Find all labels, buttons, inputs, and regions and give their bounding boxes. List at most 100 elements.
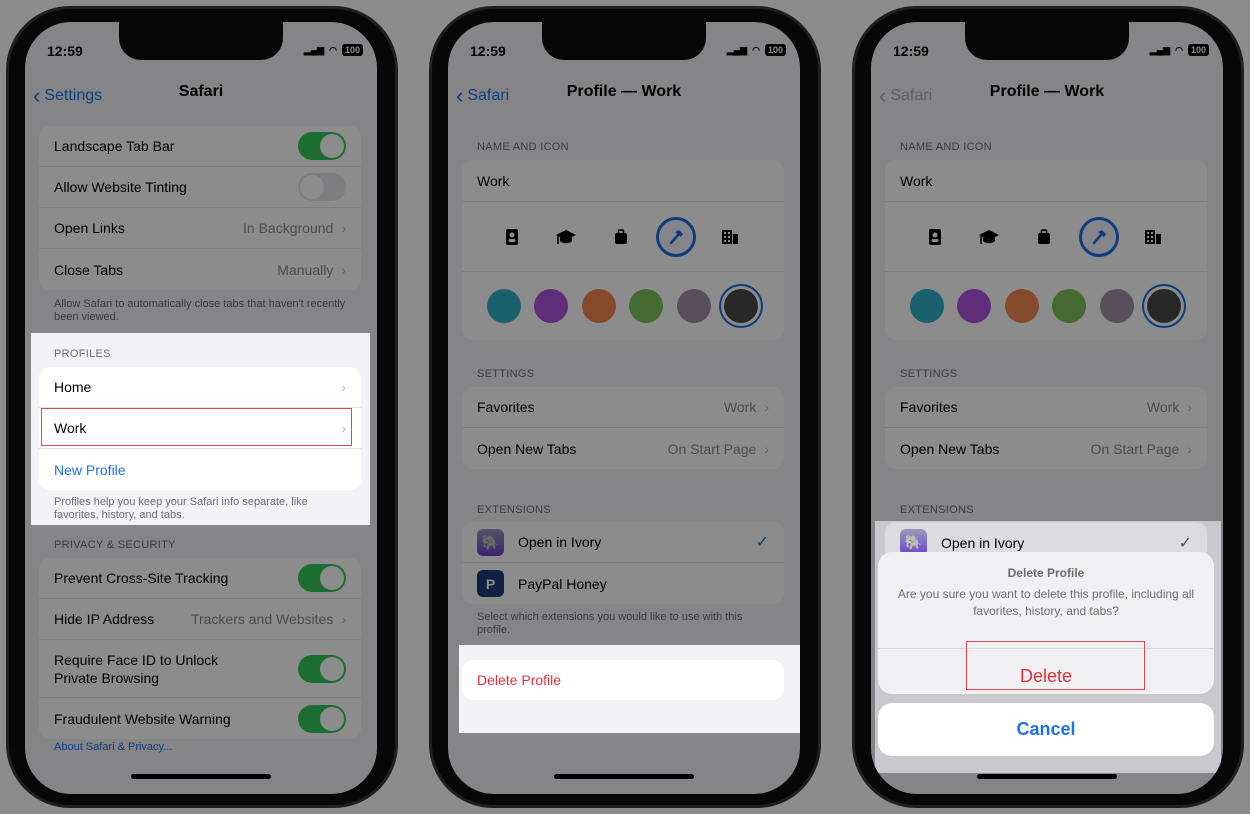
home-indicator	[131, 774, 271, 779]
status-time: 12:59	[893, 43, 929, 59]
profile-work[interactable]: Work ›	[39, 408, 361, 449]
back-button[interactable]: ‹ Safari	[456, 83, 509, 109]
tabs-settings-group: Landscape Tab Bar Allow Website Tinting …	[39, 126, 361, 290]
row-label: Open in Ivory	[518, 534, 602, 550]
row-label: Home	[54, 379, 92, 395]
building-icon[interactable]	[710, 217, 750, 257]
signal-icon: ▂▄▆	[726, 44, 748, 55]
chevron-right-icon: ›	[1187, 440, 1192, 457]
phone-settings-safari: 12:59 ▂▄▆ ◠ 100 ‹ Settings Safari Landscape…	[6, 6, 398, 808]
notch	[542, 22, 706, 60]
profile-name-field[interactable]: Work	[462, 160, 784, 202]
row-label: Allow Website Tinting	[54, 179, 187, 195]
hammer-icon[interactable]	[1079, 217, 1119, 257]
name-icon-header: NAME AND ICON	[900, 141, 992, 153]
paypal-icon: P	[477, 570, 504, 597]
row-label: Favorites	[900, 399, 958, 415]
face-id-toggle[interactable]	[298, 654, 346, 683]
home-indicator	[554, 774, 694, 779]
color-swatch-mauve[interactable]	[1100, 289, 1134, 323]
extensions-footer: Select which extensions you would like t…	[477, 611, 743, 636]
row-open-new-tabs[interactable]: Open New Tabs On Start Page ›	[462, 428, 784, 469]
row-label: Open Links	[54, 220, 125, 236]
color-swatch-orange[interactable]	[582, 289, 616, 323]
person-badge-icon[interactable]	[492, 217, 532, 257]
website-tinting-toggle[interactable]	[298, 173, 346, 201]
profile-name-field[interactable]: Work	[885, 160, 1207, 202]
briefcase-icon[interactable]	[601, 217, 641, 257]
notch	[965, 22, 1129, 60]
delete-profile-button[interactable]: Delete Profile	[462, 660, 784, 700]
back-label: Settings	[44, 87, 103, 104]
wifi-icon: ◠	[1175, 44, 1183, 55]
tabs-footer: Allow Safari to automatically close tabs…	[54, 298, 346, 323]
battery-icon: 100	[341, 44, 363, 56]
color-swatch-graphite[interactable]	[724, 289, 758, 323]
back-button[interactable]: ‹ Safari	[879, 83, 932, 109]
building-icon[interactable]	[1133, 217, 1173, 257]
color-swatch-green[interactable]	[1052, 289, 1086, 323]
color-picker	[885, 272, 1207, 340]
chevron-left-icon: ‹	[33, 83, 41, 108]
color-swatch-teal[interactable]	[487, 289, 521, 323]
back-label: Safari	[467, 87, 510, 104]
dialog-delete-button[interactable]: Delete	[878, 648, 1214, 702]
briefcase-icon[interactable]	[1024, 217, 1064, 257]
row-label: New Profile	[54, 461, 126, 478]
chevron-right-icon: ›	[341, 420, 346, 436]
status-icons: ▂▄▆ ◠ 100	[304, 44, 363, 56]
color-swatch-green[interactable]	[629, 289, 663, 323]
new-profile-button[interactable]: New Profile	[39, 449, 361, 490]
battery-icon: 100	[764, 44, 786, 56]
extension-open-in-ivory[interactable]: 🐘 Open in Ivory ✓	[462, 522, 784, 563]
phone-profile-work: 12:59 ▂▄▆ ◠ 100 ‹ Safari Profile — Work NAM…	[429, 6, 821, 808]
dialog-cancel-button[interactable]: Cancel	[878, 703, 1214, 756]
screen: 12:59 ▂▄▆ ◠ 100 ‹ Safari Profile — Work NAM…	[448, 22, 800, 794]
home-indicator	[977, 774, 1117, 779]
row-label: Open in Ivory	[941, 534, 1025, 551]
person-badge-icon[interactable]	[915, 217, 955, 257]
fraud-warning-toggle[interactable]	[298, 704, 346, 733]
profile-settings-group: Favorites Work › Open New Tabs On Start Pag…	[885, 387, 1207, 469]
extension-paypal-honey[interactable]: P PayPal Honey	[462, 563, 784, 604]
row-value: On Start Page	[1090, 440, 1180, 457]
battery-icon: 100	[1187, 44, 1209, 56]
notch	[119, 22, 283, 60]
prevent-tracking-toggle[interactable]	[298, 564, 346, 592]
landscape-tab-bar-toggle[interactable]	[298, 132, 346, 160]
delete-profile-highlight: Delete Profile	[459, 645, 800, 733]
color-swatch-purple[interactable]	[534, 289, 568, 323]
row-open-links[interactable]: Open Links In Background ›	[39, 208, 361, 249]
row-landscape-tab-bar: Landscape Tab Bar	[39, 126, 361, 167]
color-swatch-orange[interactable]	[1005, 289, 1039, 323]
color-swatch-purple[interactable]	[957, 289, 991, 323]
action-sheet-highlight: 🐘 Open in Ivory ✓ Delete Profile Are you s…	[875, 521, 1221, 773]
graduation-cap-icon[interactable]	[969, 217, 1009, 257]
graduation-cap-icon[interactable]	[546, 217, 586, 257]
profiles-group: Home › Work › New Profile	[39, 367, 361, 490]
color-swatch-teal[interactable]	[910, 289, 944, 323]
row-hide-ip[interactable]: Hide IP Address Trackers and Websites ›	[39, 599, 361, 640]
checkmark-icon: ✓	[1178, 534, 1192, 552]
screen: 12:59 ▂▄▆ ◠ 100 ‹ Safari Profile — Work NAM…	[871, 22, 1223, 794]
chevron-right-icon: ›	[1187, 399, 1192, 415]
row-value: Work	[1146, 399, 1180, 415]
color-swatch-graphite[interactable]	[1147, 289, 1181, 323]
name-value: Work	[900, 172, 933, 189]
chevron-right-icon: ›	[341, 379, 346, 395]
about-safari-privacy-link[interactable]: About Safari & Privacy...	[54, 741, 172, 753]
dialog-message: Are you sure you want to delete this pro…	[897, 587, 1195, 618]
hammer-icon[interactable]	[656, 217, 696, 257]
extensions-header: EXTENSIONS	[900, 504, 974, 516]
status-time: 12:59	[47, 43, 83, 59]
delete-profile-dialog: Delete Profile Are you sure you want to …	[878, 552, 1214, 694]
phone-delete-confirm: 12:59 ▂▄▆ ◠ 100 ‹ Safari Profile — Work NAM…	[852, 6, 1244, 808]
back-button[interactable]: ‹ Settings	[33, 83, 102, 109]
row-favorites[interactable]: Favorites Work ›	[885, 387, 1207, 428]
name-icon-header: NAME AND ICON	[477, 141, 569, 153]
row-open-new-tabs[interactable]: Open New Tabs On Start Page ›	[885, 428, 1207, 469]
row-favorites[interactable]: Favorites Work ›	[462, 387, 784, 428]
profile-home[interactable]: Home ›	[39, 367, 361, 408]
color-swatch-mauve[interactable]	[677, 289, 711, 323]
row-close-tabs[interactable]: Close Tabs Manually ›	[39, 249, 361, 290]
